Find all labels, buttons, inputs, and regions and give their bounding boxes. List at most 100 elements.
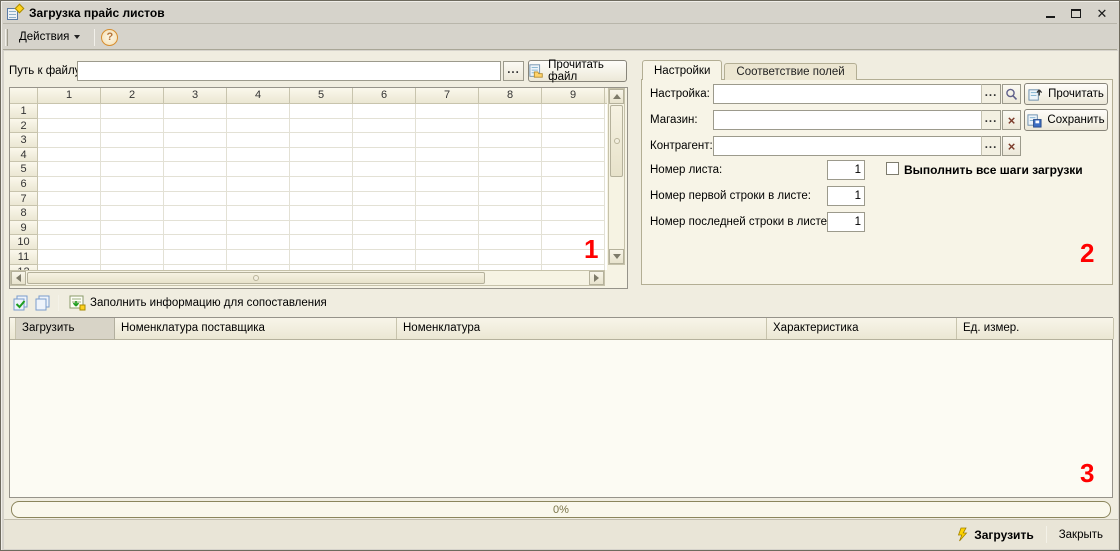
grid-cell[interactable]	[542, 177, 605, 192]
mapping-column-header[interactable]: Номенклатура поставщика	[115, 318, 397, 339]
grid-cell[interactable]	[101, 177, 164, 192]
grid-cell[interactable]	[290, 104, 353, 119]
grid-cell[interactable]	[38, 133, 101, 148]
grid-cell[interactable]	[353, 192, 416, 207]
deselect-all-rows-button[interactable]	[31, 293, 53, 313]
grid-cell[interactable]	[290, 235, 353, 250]
grid-cell[interactable]	[353, 104, 416, 119]
grid-cell[interactable]	[38, 119, 101, 134]
grid-cell[interactable]	[479, 162, 542, 177]
grid-column-header[interactable]: 9	[542, 88, 605, 104]
grid-cell[interactable]	[353, 119, 416, 134]
grid-cell[interactable]	[416, 250, 479, 265]
grid-cell[interactable]	[227, 133, 290, 148]
grid-cell[interactable]	[416, 177, 479, 192]
grid-cell[interactable]	[227, 119, 290, 134]
grid-cell[interactable]	[38, 104, 101, 119]
grid-cell[interactable]	[38, 235, 101, 250]
grid-cell[interactable]	[227, 192, 290, 207]
mapping-column-header[interactable]: Ед. измер.	[957, 318, 1114, 339]
grid-cell[interactable]	[542, 119, 605, 134]
grid-row-header[interactable]: 7	[10, 192, 38, 207]
grid-cell[interactable]	[479, 104, 542, 119]
grid-cell[interactable]	[542, 148, 605, 163]
grid-column-header[interactable]: 2	[101, 88, 164, 104]
read-file-button[interactable]: Прочитать файл	[528, 60, 627, 82]
grid-row-header[interactable]: 1	[10, 104, 38, 119]
grid-cell[interactable]	[416, 133, 479, 148]
grid-row-header[interactable]: 11	[10, 250, 38, 265]
grid-cell[interactable]	[353, 250, 416, 265]
scroll-right-button[interactable]	[589, 271, 604, 285]
magazin-browse-button[interactable]: ...	[981, 110, 1001, 130]
grid-cell[interactable]	[290, 148, 353, 163]
close-button[interactable]: ✕	[1095, 7, 1109, 20]
grid-row-header[interactable]: 8	[10, 206, 38, 221]
nastrojka-search-button[interactable]	[1002, 84, 1021, 104]
grid-cell[interactable]	[164, 177, 227, 192]
tab-settings[interactable]: Настройки	[642, 60, 722, 80]
grid-cell[interactable]	[479, 148, 542, 163]
fill-mapping-info-button[interactable]: Заполнить информацию для сопоставления	[64, 293, 332, 313]
grid-cell[interactable]	[290, 133, 353, 148]
grid-row-header[interactable]: 2	[10, 119, 38, 134]
grid-column-header[interactable]: 1	[38, 88, 101, 104]
grid-cell[interactable]	[101, 119, 164, 134]
grid-cell[interactable]	[164, 192, 227, 207]
magazin-clear-button[interactable]: ×	[1002, 110, 1021, 130]
sheet-number-input[interactable]	[827, 160, 865, 180]
grid-cell[interactable]	[101, 221, 164, 236]
grid-row-header[interactable]: 10	[10, 235, 38, 250]
maximize-button[interactable]	[1069, 7, 1083, 20]
grid-cell[interactable]	[38, 221, 101, 236]
grid-cell[interactable]	[416, 235, 479, 250]
grid-column-header[interactable]: 5	[290, 88, 353, 104]
grid-cell[interactable]	[38, 148, 101, 163]
grid-cell[interactable]	[479, 221, 542, 236]
mapping-column-header[interactable]: Характеристика	[767, 318, 957, 339]
last-row-input[interactable]	[827, 212, 865, 232]
file-path-input[interactable]	[77, 61, 501, 81]
grid-cell[interactable]	[353, 235, 416, 250]
save-settings-button[interactable]: Сохранить	[1024, 109, 1108, 131]
grid-vertical-scrollbar[interactable]	[608, 88, 625, 265]
scroll-left-button[interactable]	[11, 271, 26, 285]
grid-cell[interactable]	[353, 148, 416, 163]
grid-cell[interactable]	[164, 250, 227, 265]
grid-horizontal-scrollbar[interactable]	[10, 270, 605, 286]
grid-cell[interactable]	[353, 206, 416, 221]
nastrojka-browse-button[interactable]: ...	[981, 84, 1001, 104]
grid-cell[interactable]	[101, 162, 164, 177]
grid-row-header[interactable]: 4	[10, 148, 38, 163]
horizontal-scroll-thumb[interactable]	[27, 272, 485, 284]
mapping-column-header[interactable]: Номенклатура	[397, 318, 767, 339]
grid-cell[interactable]	[353, 177, 416, 192]
grid-cell[interactable]	[353, 133, 416, 148]
kontragent-clear-button[interactable]: ×	[1002, 136, 1021, 156]
grid-cell[interactable]	[416, 192, 479, 207]
grid-cell[interactable]	[416, 206, 479, 221]
grid-cell[interactable]	[542, 104, 605, 119]
grid-row-header[interactable]: 6	[10, 177, 38, 192]
scroll-down-button[interactable]	[609, 249, 624, 264]
grid-cell[interactable]	[290, 177, 353, 192]
help-button[interactable]: ?	[101, 29, 118, 46]
grid-cell[interactable]	[479, 250, 542, 265]
grid-cell[interactable]	[542, 133, 605, 148]
grid-cell[interactable]	[479, 133, 542, 148]
run-all-steps-checkbox[interactable]	[886, 162, 899, 175]
grid-column-header[interactable]: 3	[164, 88, 227, 104]
grid-cell[interactable]	[101, 133, 164, 148]
grid-row-header[interactable]: 5	[10, 162, 38, 177]
grid-cell[interactable]	[290, 192, 353, 207]
grid-cell[interactable]	[479, 192, 542, 207]
grid-cell[interactable]	[416, 162, 479, 177]
kontragent-input[interactable]	[713, 136, 1001, 156]
grid-cell[interactable]	[542, 162, 605, 177]
grid-cell[interactable]	[290, 250, 353, 265]
grid-cell[interactable]	[164, 119, 227, 134]
grid-cell[interactable]	[227, 162, 290, 177]
grid-column-header[interactable]: 6	[353, 88, 416, 104]
grid-cell[interactable]	[101, 250, 164, 265]
grid-cell[interactable]	[227, 206, 290, 221]
